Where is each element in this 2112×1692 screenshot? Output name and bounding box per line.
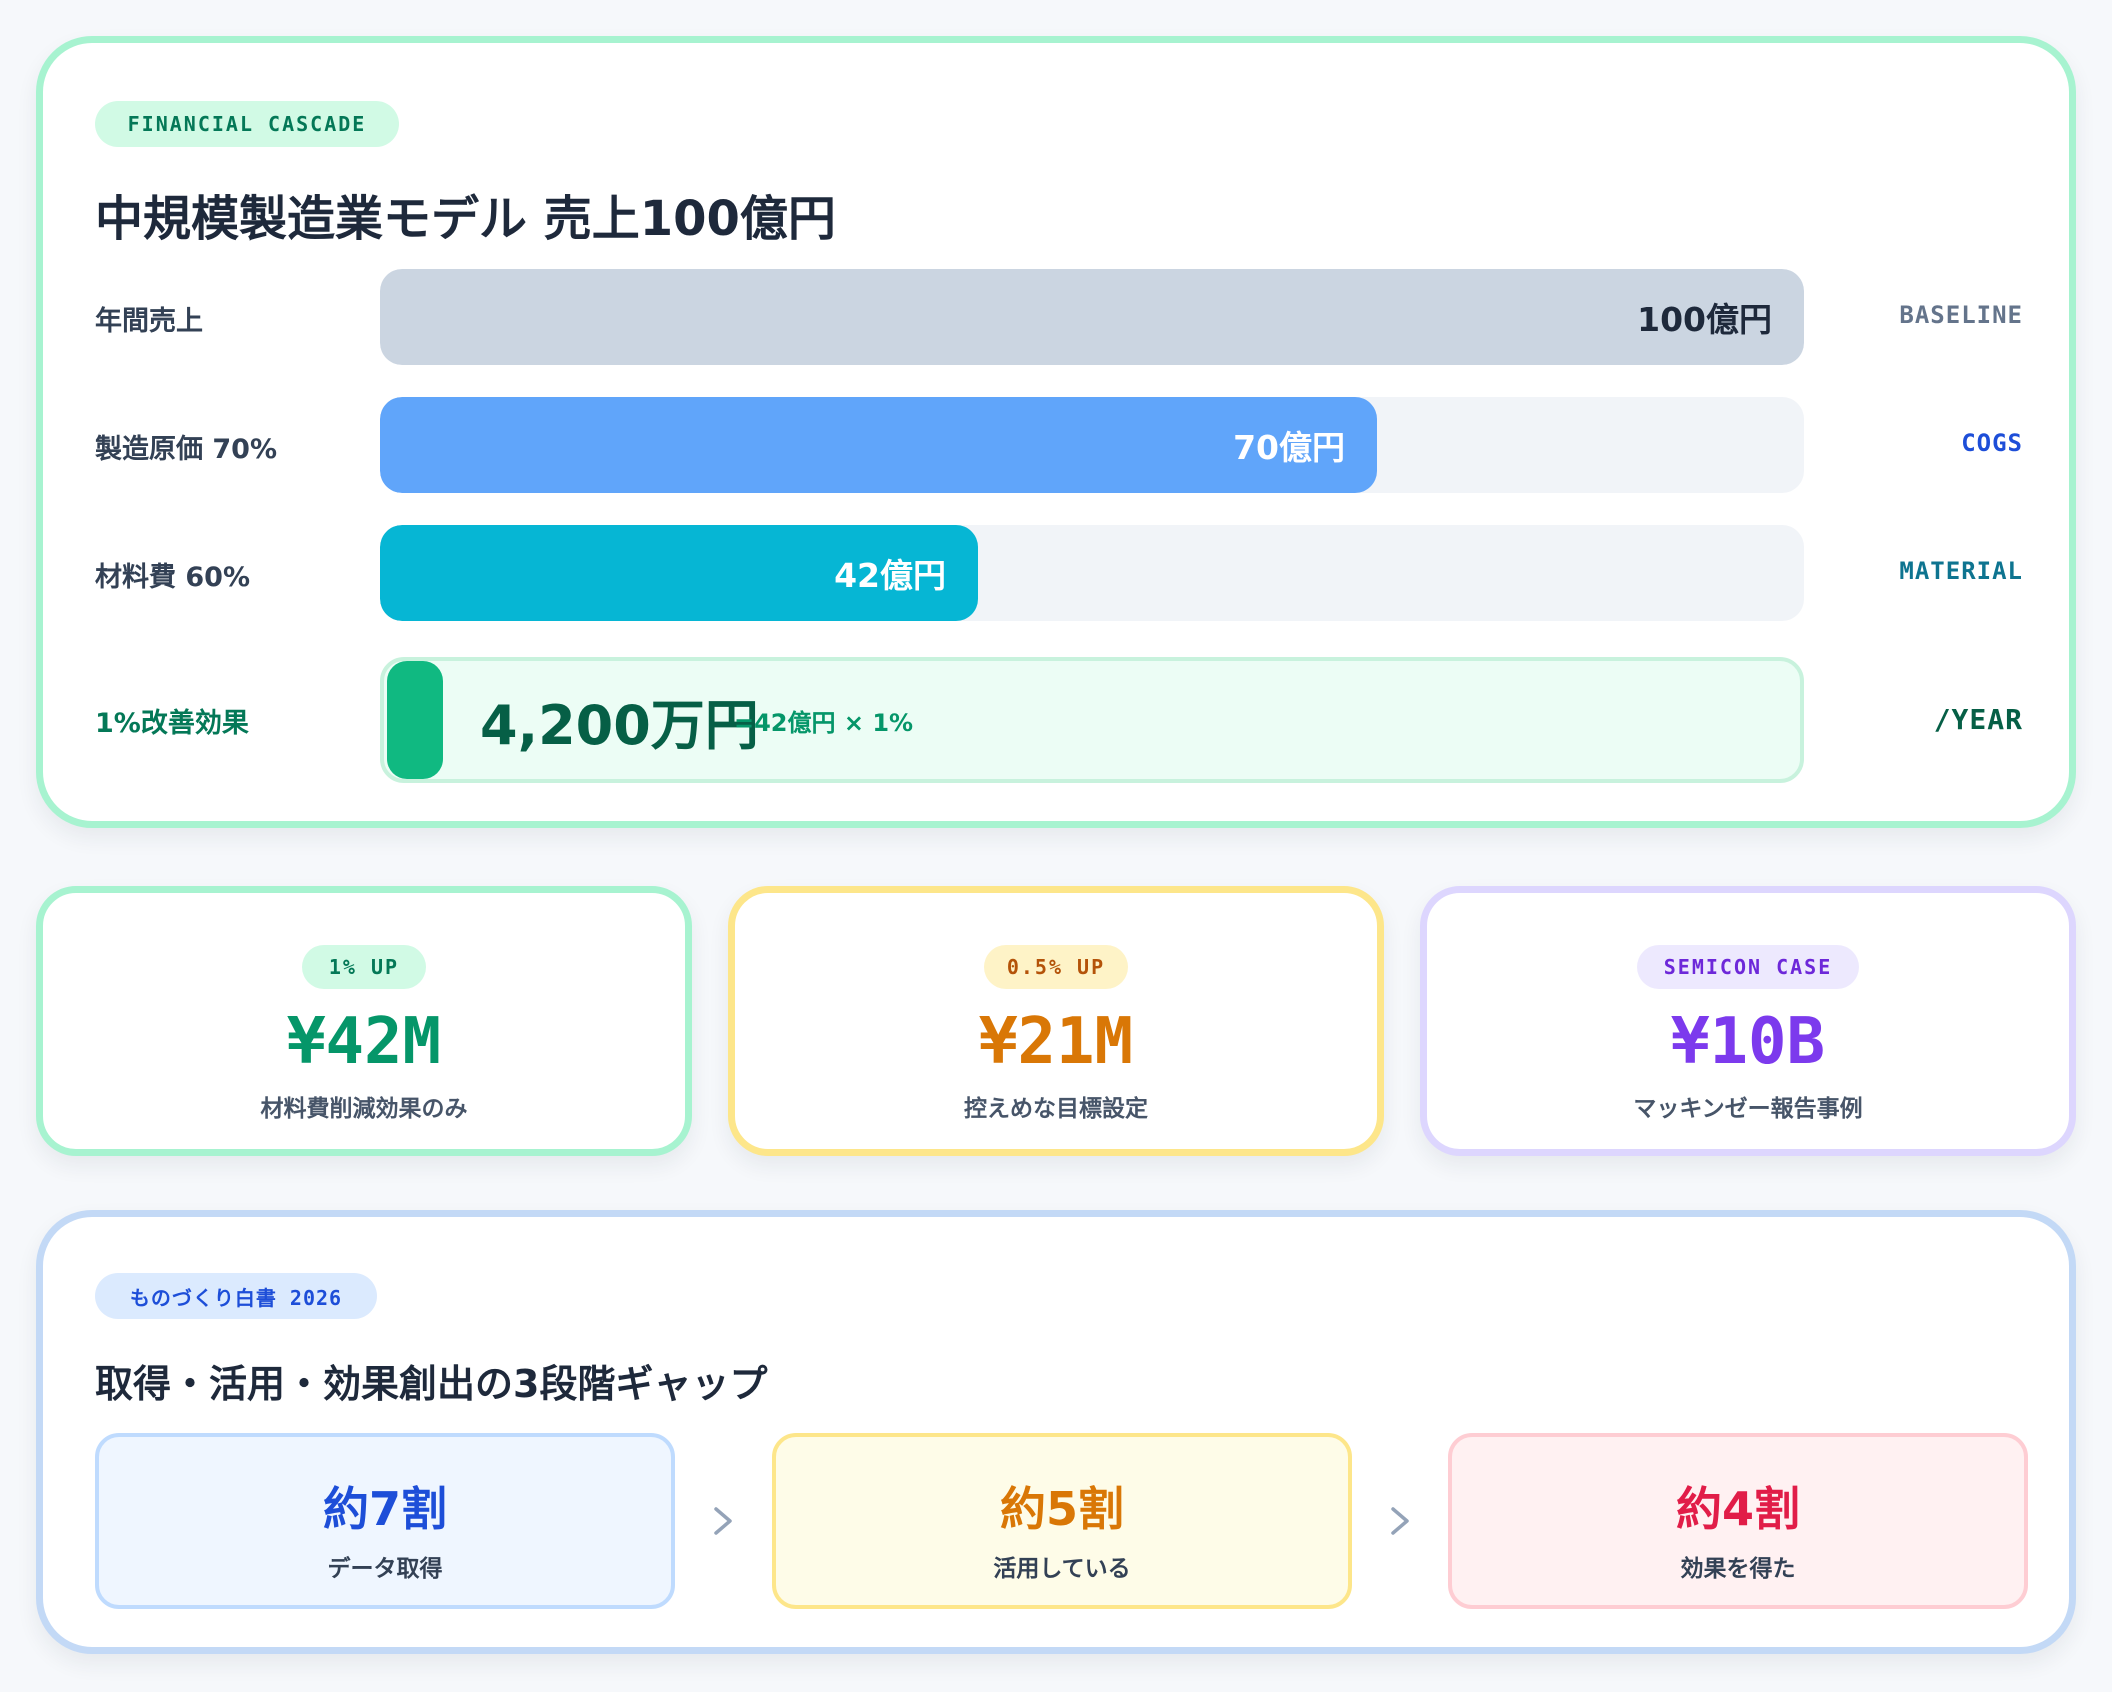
gap-tag: ものづくり白書 2026 (95, 1273, 377, 1319)
gap-step-value: 約5割 (999, 1482, 1124, 1536)
gap-step-effect: 約4割 効果を得た (1448, 1433, 2028, 1609)
bar-category-label: 材料費 60% (95, 562, 251, 593)
gap-step-label: データ取得 (327, 1556, 443, 1582)
gap-step-value: 約7割 (322, 1482, 447, 1536)
effect-box: 4,200万円 =42億円 × 1% (380, 657, 1804, 783)
stat-value: ¥42M (286, 1005, 442, 1079)
chevron-right-icon (1391, 1507, 1409, 1535)
bar-tag: BASELINE (1899, 301, 2023, 329)
gap-step-utilize: 約5割 活用している (772, 1433, 1352, 1609)
stat-badge: 1% UP (302, 945, 426, 989)
bar-track: 100億円 (380, 269, 1804, 365)
bar-category-label: 年間売上 (95, 306, 203, 337)
stat-badge: 0.5% UP (984, 945, 1128, 989)
bar-fill (380, 397, 1377, 493)
stat-description: マッキンゼー報告事例 (1633, 1096, 1863, 1122)
stat-description: 材料費削減効果のみ (260, 1096, 468, 1122)
bar-fill (380, 269, 1804, 365)
stat-description: 控えめな目標設定 (964, 1096, 1148, 1122)
gap-step-label: 活用している (993, 1556, 1131, 1582)
bar-track: 42億円 (380, 525, 1804, 621)
financial-cascade-tag: FINANCIAL CASCADE (95, 101, 399, 147)
bar-tag: COGS (1961, 429, 2023, 457)
gap-card: ものづくり白書 2026 取得・活用・効果創出の3段階ギャップ 約7割 データ取… (36, 1210, 2076, 1654)
stat-card-semicon: SEMICON CASE ¥10B マッキンゼー報告事例 (1420, 886, 2076, 1156)
effect-fill-bar (387, 661, 443, 779)
gap-step-value: 約4割 (1675, 1482, 1800, 1536)
effect-formula: =42億円 × 1% (734, 708, 914, 737)
gap-title: 取得・活用・効果創出の3段階ギャップ (95, 1362, 768, 1406)
effect-tag: /YEAR (1933, 703, 2023, 736)
effect-label: 1%改善効果 (95, 708, 249, 739)
stat-badge: SEMICON CASE (1637, 945, 1859, 989)
stat-card-1pct: 1% UP ¥42M 材料費削減効果のみ (36, 886, 692, 1156)
stat-card-half-pct: 0.5% UP ¥21M 控えめな目標設定 (728, 886, 1384, 1156)
bar-value-label: 70億円 (1233, 428, 1345, 467)
gap-step-acquire: 約7割 データ取得 (95, 1433, 675, 1609)
stat-value: ¥10B (1670, 1005, 1826, 1079)
financial-cascade-card: FINANCIAL CASCADE 中規模製造業モデル 売上100億円 年間売上… (36, 36, 2076, 828)
bar-category-label: 製造原価 70% (95, 434, 278, 465)
bar-value-label: 42億円 (834, 556, 946, 595)
gap-step-label: 効果を得た (1680, 1556, 1796, 1582)
effect-value: 4,200万円 (480, 693, 759, 757)
bar-track: 70億円 (380, 397, 1804, 493)
chevron-right-icon (714, 1507, 732, 1535)
cascade-title: 中規模製造業モデル 売上100億円 (95, 191, 836, 247)
bar-value-label: 100億円 (1637, 300, 1772, 339)
stat-value: ¥21M (978, 1005, 1134, 1079)
bar-tag: MATERIAL (1899, 557, 2023, 585)
